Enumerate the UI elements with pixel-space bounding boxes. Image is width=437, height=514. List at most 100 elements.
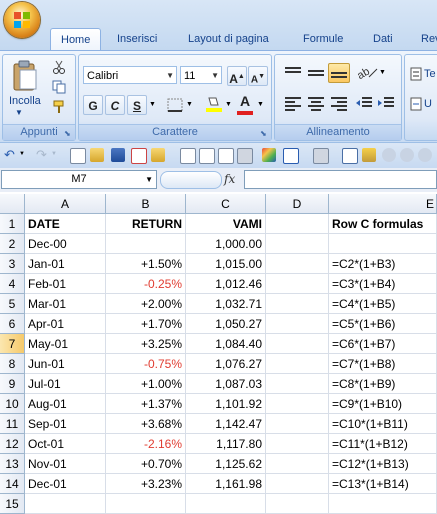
cell-a7[interactable]: May-01 [25,334,106,354]
cell-a13[interactable]: Nov-01 [25,454,106,474]
row-header-5[interactable]: 5 [0,294,25,314]
cell-c8[interactable]: 1,076.27 [186,354,266,374]
cell-d3[interactable] [266,254,329,274]
merge-cells-icon[interactable] [410,97,422,111]
formula-controls-pill[interactable] [160,171,222,189]
grow-font-button[interactable]: A▲ [227,66,247,86]
decrease-indent-icon[interactable] [354,95,374,111]
row-header-12[interactable]: 12 [0,434,25,454]
align-center-icon[interactable] [306,95,326,111]
cut-icon[interactable] [52,60,66,74]
row-header-7[interactable]: 7 [0,334,25,354]
page-setup-icon[interactable] [218,148,234,164]
cell-e2[interactable] [329,234,437,254]
cell-b13[interactable]: +0.70% [106,454,186,474]
column-header-e[interactable]: E [329,194,437,214]
wrap-text-icon[interactable] [410,67,422,81]
cell-a15[interactable] [25,494,106,514]
cell-e4[interactable]: =C3*(1+B4) [329,274,437,294]
cell-a5[interactable]: Mar-01 [25,294,106,314]
cell-c7[interactable]: 1,084.40 [186,334,266,354]
cell-a4[interactable]: Feb-01 [25,274,106,294]
cell-b1[interactable]: RETURN [106,214,186,234]
office-button[interactable] [4,2,40,38]
row-header-6[interactable]: 6 [0,314,25,334]
preview-icon[interactable] [199,148,215,164]
fill-color-icon[interactable] [205,95,223,113]
paste-button[interactable]: Incolla [9,95,41,107]
row-header-13[interactable]: 13 [0,454,25,474]
cell-c3[interactable]: 1,015.00 [186,254,266,274]
cell-d15[interactable] [266,494,329,514]
cell-e5[interactable]: =C4*(1+B5) [329,294,437,314]
cell-c6[interactable]: 1,050.27 [186,314,266,334]
align-middle-icon[interactable] [306,65,326,81]
clipboard-dialog-launcher-icon[interactable]: ⬊ [64,129,73,138]
shrink-font-button[interactable]: A▼ [248,66,268,86]
row-header-4[interactable]: 4 [0,274,25,294]
tab-insert[interactable]: Inserisci [117,30,157,49]
cell-e15[interactable] [329,494,437,514]
cell-d4[interactable] [266,274,329,294]
chevron-down-icon[interactable]: ▼ [145,171,153,188]
row-header-11[interactable]: 11 [0,414,25,434]
cell-b14[interactable]: +3.23% [106,474,186,494]
save-icon[interactable] [111,148,125,162]
cell-d13[interactable] [266,454,329,474]
tab-data[interactable]: Dati [373,30,393,49]
cell-d8[interactable] [266,354,329,374]
undo-icon[interactable]: ↶ [4,147,15,163]
cell-d14[interactable] [266,474,329,494]
cell-b10[interactable]: +1.37% [106,394,186,414]
circle-icon[interactable] [382,148,396,162]
cell-a8[interactable]: Jun-01 [25,354,106,374]
circle-icon[interactable] [418,148,432,162]
format-painter-icon[interactable] [362,148,376,162]
folder-icon[interactable] [151,148,165,162]
font-dialog-launcher-icon[interactable]: ⬊ [260,129,269,138]
circle-icon[interactable] [400,148,414,162]
cell-a12[interactable]: Oct-01 [25,434,106,454]
font-color-icon[interactable]: A [236,93,254,113]
cell-d7[interactable] [266,334,329,354]
font-size-combo[interactable]: 11 ▼ [180,66,222,84]
paste-icon[interactable] [11,60,39,92]
close-file-icon[interactable] [131,148,147,164]
cell-c9[interactable]: 1,087.03 [186,374,266,394]
tab-home[interactable]: Home [50,28,102,51]
cell-e12[interactable]: =C11*(1+B12) [329,434,437,454]
cell-b5[interactable]: +2.00% [106,294,186,314]
cell-c4[interactable]: 1,012.46 [186,274,266,294]
cell-d5[interactable] [266,294,329,314]
cell-a9[interactable]: Jul-01 [25,374,106,394]
new-document-icon[interactable] [70,148,86,164]
cell-a6[interactable]: Apr-01 [25,314,106,334]
color-palette-icon[interactable] [262,148,276,162]
row-header-3[interactable]: 3 [0,254,25,274]
row-header-9[interactable]: 9 [0,374,25,394]
cell-c15[interactable] [186,494,266,514]
row-header-8[interactable]: 8 [0,354,25,374]
cell-a1[interactable]: DATE [25,214,106,234]
print-preview-icon[interactable] [180,148,196,164]
table-icon[interactable] [283,148,299,164]
cell-a3[interactable]: Jan-01 [25,254,106,274]
underline-button[interactable]: S [127,95,147,115]
redo-icon[interactable]: ↷ [36,147,47,163]
bold-button[interactable]: G [83,95,103,115]
chevron-down-icon[interactable]: ▼ [225,101,232,108]
cell-d11[interactable] [266,414,329,434]
cell-e9[interactable]: =C8*(1+B9) [329,374,437,394]
cell-e7[interactable]: =C6*(1+B7) [329,334,437,354]
cell-c12[interactable]: 1,117.80 [186,434,266,454]
open-folder-icon[interactable] [90,148,104,162]
cell-d1[interactable] [266,214,329,234]
insert-function-button[interactable]: fx [224,170,242,189]
chevron-down-icon[interactable]: ▼ [257,101,264,108]
chevron-down-icon[interactable]: ▼ [186,101,193,108]
merge-cells-label[interactable]: U [424,98,432,110]
cell-b8[interactable]: -0.75% [106,354,186,374]
cell-a10[interactable]: Aug-01 [25,394,106,414]
cell-b12[interactable]: -2.16% [106,434,186,454]
chevron-down-icon[interactable]: ▼ [51,151,57,157]
